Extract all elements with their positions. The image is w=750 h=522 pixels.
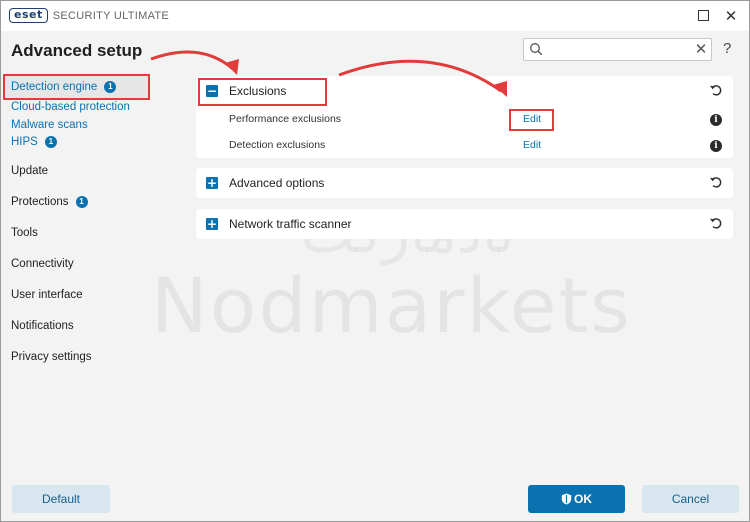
search-icon xyxy=(530,43,543,56)
arrow-to-exclusions xyxy=(150,50,234,71)
count-badge: 1 xyxy=(44,136,57,148)
edit-detection-exclusions-link[interactable]: Edit xyxy=(523,139,541,151)
setting-label: Detection exclusions xyxy=(229,139,326,151)
advanced-options-section[interactable]: + Advanced options xyxy=(196,168,733,198)
sidebar-item-label: Cloud-based protection xyxy=(11,101,130,113)
sidebar-item-protections[interactable]: Protections 1 xyxy=(11,196,88,208)
info-icon[interactable]: i xyxy=(710,114,722,126)
exclusions-header[interactable]: − Exclusions xyxy=(196,76,733,106)
count-badge: 1 xyxy=(104,81,117,93)
search-box[interactable]: ✕ xyxy=(523,38,712,61)
sidebar-item-label: Notifications xyxy=(11,320,74,332)
reset-icon[interactable] xyxy=(709,216,723,230)
arrowhead-exclusions xyxy=(225,59,239,75)
info-icon[interactable]: i xyxy=(710,140,722,152)
cancel-button[interactable]: Cancel xyxy=(642,485,739,513)
section-title: Advanced options xyxy=(229,176,325,190)
logo-badge: eset xyxy=(9,8,48,23)
sidebar-item-label: Detection engine xyxy=(11,81,98,93)
count-badge: 1 xyxy=(75,196,88,208)
eset-logo: eset SECURITY ULTIMATE xyxy=(9,8,169,23)
maximize-icon[interactable] xyxy=(693,6,713,26)
setting-row-detection-exclusions: Detection exclusions Edit i xyxy=(196,135,733,157)
reset-icon[interactable] xyxy=(709,83,723,97)
expand-icon[interactable]: + xyxy=(206,177,218,189)
exclusions-section: − Exclusions Performance exclusions Edit… xyxy=(196,76,733,158)
setting-label: Performance exclusions xyxy=(229,113,342,125)
sidebar-item-cloud-based-protection[interactable]: Cloud-based protection xyxy=(11,101,130,113)
expand-icon[interactable]: + xyxy=(206,218,218,230)
default-button[interactable]: Default xyxy=(12,485,110,513)
sidebar-item-label: Privacy settings xyxy=(11,351,92,363)
close-icon[interactable]: ✕ xyxy=(721,6,741,26)
sidebar-item-label: HIPS xyxy=(11,136,38,148)
clear-search-icon[interactable]: ✕ xyxy=(693,39,709,60)
sidebar-item-tools[interactable]: Tools xyxy=(11,227,38,239)
reset-icon[interactable] xyxy=(709,175,723,189)
sidebar-item-label: User interface xyxy=(11,289,83,301)
ok-button[interactable]: OK xyxy=(528,485,625,513)
page-title: Advanced setup xyxy=(11,41,143,60)
shield-icon xyxy=(561,493,572,505)
sidebar-item-label: Update xyxy=(11,165,49,177)
sidebar-item-malware-scans[interactable]: Malware scans xyxy=(11,119,88,131)
sidebar-item-update[interactable]: Update xyxy=(11,165,48,177)
sidebar-item-label: Tools xyxy=(11,227,38,239)
watermark-english: Nodmarkets xyxy=(151,261,632,350)
sidebar-item-hips[interactable]: HIPS 1 xyxy=(11,136,57,148)
sidebar-item-connectivity[interactable]: Connectivity xyxy=(11,258,74,270)
sidebar-item-label: Connectivity xyxy=(11,258,74,270)
eset-window: eset SECURITY ULTIMATE ✕ Advanced setup … xyxy=(0,0,750,522)
sidebar-item-label: Protections xyxy=(11,196,69,208)
section-title: Network traffic scanner xyxy=(229,217,352,231)
sidebar-item-label: Malware scans xyxy=(11,119,88,131)
sidebar-item-privacy-settings[interactable]: Privacy settings xyxy=(11,351,92,363)
edit-performance-exclusions-link[interactable]: Edit xyxy=(523,113,541,125)
product-name: SECURITY ULTIMATE xyxy=(52,9,170,22)
setting-row-performance-exclusions: Performance exclusions Edit i xyxy=(196,109,733,131)
network-traffic-scanner-section[interactable]: + Network traffic scanner xyxy=(196,209,733,239)
ok-label: OK xyxy=(574,492,592,506)
exclusions-highlight xyxy=(198,78,327,106)
sidebar-item-user-interface[interactable]: User interface xyxy=(11,289,83,301)
search-input[interactable] xyxy=(548,41,688,58)
sidebar-item-detection-engine[interactable]: Detection engine 1 xyxy=(11,81,117,93)
title-bar[interactable]: eset SECURITY ULTIMATE ✕ xyxy=(1,1,749,31)
sidebar-item-notifications[interactable]: Notifications xyxy=(11,320,74,332)
help-icon[interactable]: ? xyxy=(723,40,731,57)
